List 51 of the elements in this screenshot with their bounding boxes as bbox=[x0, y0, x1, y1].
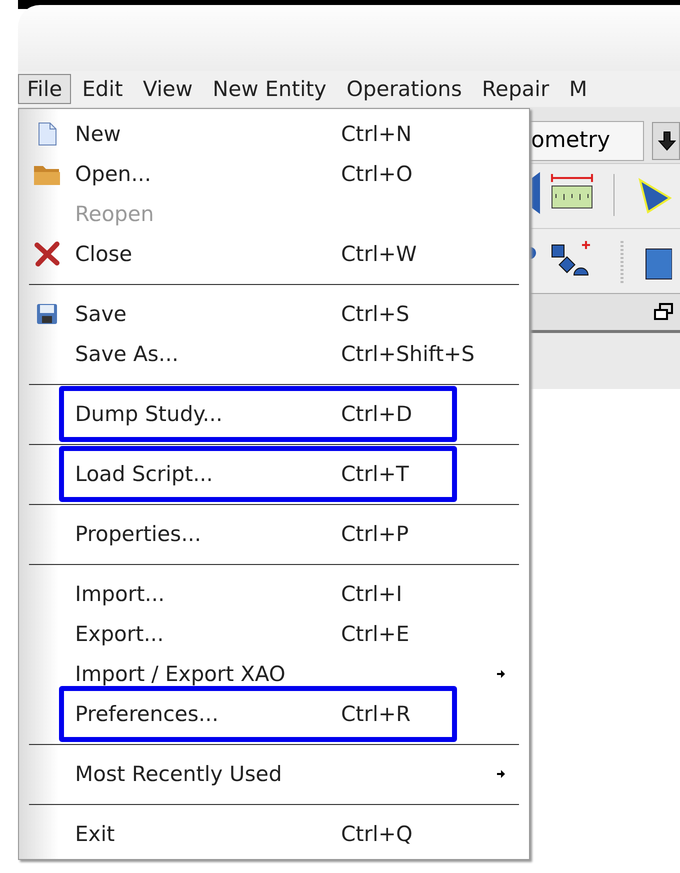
menu-label: Close bbox=[75, 242, 134, 266]
shortcut-text: Ctrl+T bbox=[341, 462, 409, 486]
menu-entry[interactable]: Import / Export XAO bbox=[19, 654, 529, 694]
menu-label: Preferences... bbox=[75, 702, 220, 726]
shortcut-text: Ctrl+D bbox=[341, 402, 412, 426]
menu-label: Dump Study... bbox=[75, 402, 224, 426]
menu-label: Export... bbox=[75, 622, 165, 646]
menu-label: Properties... bbox=[75, 522, 202, 546]
menu-label: Exit bbox=[75, 822, 116, 846]
menu-item[interactable]: New Entity bbox=[204, 74, 336, 104]
menu-entry[interactable]: Save Ctrl+S bbox=[19, 294, 529, 334]
menu-entry[interactable]: Dump Study... Ctrl+D bbox=[19, 394, 529, 434]
menu-item[interactable]: Edit bbox=[73, 74, 132, 104]
menu-label: Import / Export XAO bbox=[75, 662, 286, 686]
menu-entry[interactable]: Most Recently Used bbox=[19, 754, 529, 794]
document-icon bbox=[37, 122, 57, 146]
shortcut-text: Ctrl+Q bbox=[341, 822, 412, 846]
menu-label: Open... bbox=[75, 162, 152, 186]
menu-label: Import... bbox=[75, 582, 166, 606]
restore-icon[interactable] bbox=[654, 303, 674, 321]
shortcut-text: Ctrl+N bbox=[341, 122, 412, 146]
close-icon bbox=[34, 241, 60, 267]
shortcut-text: Ctrl+P bbox=[341, 522, 409, 546]
menu-label: Load Script... bbox=[75, 462, 214, 486]
shortcut-text: Ctrl+R bbox=[341, 702, 411, 726]
menu-entry[interactable]: Close Ctrl+W bbox=[19, 234, 529, 274]
menu-entry[interactable]: Exit Ctrl+Q bbox=[19, 814, 529, 854]
shortcut-text: Ctrl+I bbox=[341, 582, 402, 606]
menu-entry[interactable]: Export... Ctrl+E bbox=[19, 614, 529, 654]
menu-item[interactable]: File bbox=[18, 74, 72, 104]
menu-item[interactable]: M bbox=[560, 74, 596, 104]
menu-label: New bbox=[75, 122, 122, 146]
menu-item[interactable]: View bbox=[134, 74, 202, 104]
shortcut-text: Ctrl+Shift+S bbox=[341, 342, 475, 366]
menu-entry[interactable]: Save As... Ctrl+Shift+S bbox=[19, 334, 529, 374]
shortcut-text: Ctrl+O bbox=[341, 162, 412, 186]
menu-entry[interactable]: Preferences... Ctrl+R bbox=[19, 694, 529, 734]
submenu-arrow-icon bbox=[497, 669, 505, 679]
menu-label: Save bbox=[75, 302, 128, 326]
shortcut-text: Ctrl+W bbox=[341, 242, 417, 266]
shortcut-text: Ctrl+S bbox=[341, 302, 410, 326]
menu-label: Save As... bbox=[75, 342, 180, 366]
menu-entry[interactable]: Properties... Ctrl+P bbox=[19, 514, 529, 554]
menu-item[interactable]: Repair bbox=[472, 74, 558, 104]
menu-label: Most Recently Used bbox=[75, 762, 283, 786]
shortcut-text: Ctrl+E bbox=[341, 622, 410, 646]
submenu-arrow-icon bbox=[497, 769, 505, 779]
menu-item[interactable]: Operations bbox=[337, 74, 471, 104]
menu-entry[interactable]: Load Script... Ctrl+T bbox=[19, 454, 529, 494]
menu-label: Reopen bbox=[75, 202, 155, 226]
menu-entry[interactable]: Import... Ctrl+I bbox=[19, 574, 529, 614]
